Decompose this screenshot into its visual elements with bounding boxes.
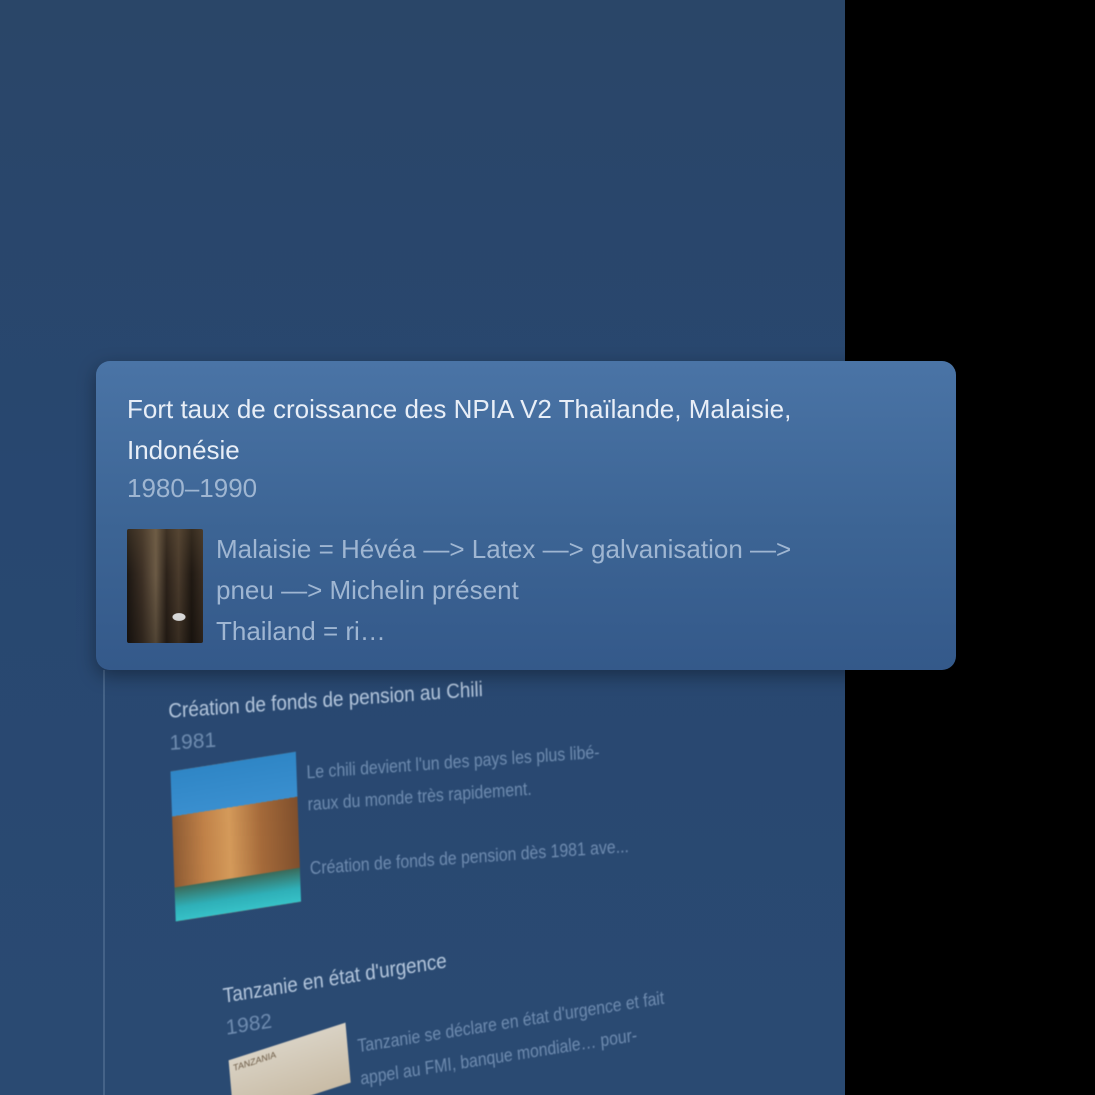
timeline-event-card[interactable]: Tanzanie en état d'urgence 1982 TANZANIA… [222, 909, 710, 1095]
timeline-axis [103, 670, 105, 1095]
description-line: pneu —> Michelin présent [216, 575, 519, 605]
event-description: Malaisie = Hévéa —> Latex —> galvanisati… [216, 529, 791, 652]
timeline-screen: Création de fonds de pension au Chili 19… [0, 0, 1095, 1095]
description-line: Malaisie = Hévéa —> Latex —> galvanisati… [216, 534, 792, 564]
event-title: Fort taux de croissance des NPIA V2 Thaï… [127, 394, 792, 465]
patagonia-mountains-photo [170, 751, 302, 922]
focused-event-card[interactable]: Fort taux de croissance des NPIA V2 Thaï… [96, 361, 956, 670]
rubber-tree-tapping-photo [127, 529, 203, 643]
event-description: Le chili devient l'un des pays les plus … [306, 734, 630, 906]
timeline-event-card[interactable]: Création de fonds de pension au Chili 19… [168, 665, 674, 922]
event-date: 1980–1990 [127, 473, 258, 503]
description-line: Thailand = ri… [216, 616, 386, 646]
